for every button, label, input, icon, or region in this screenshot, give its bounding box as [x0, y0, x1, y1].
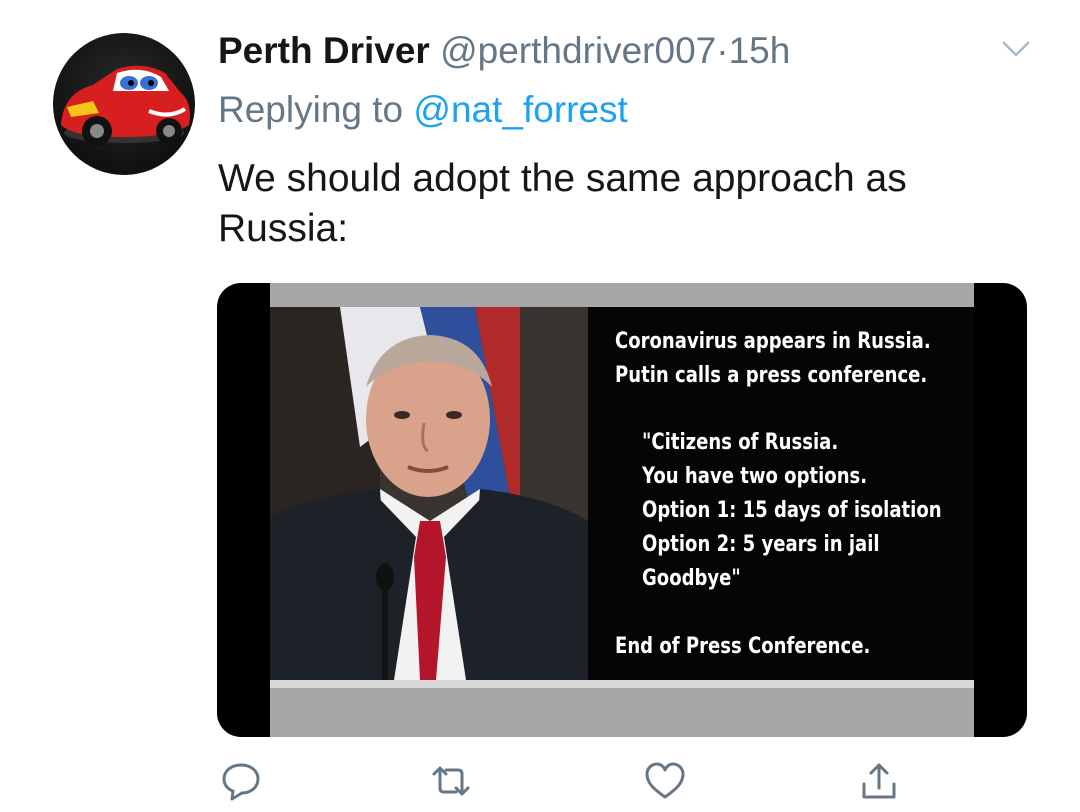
- meme-text-line: Coronavirus appears in Russia.: [615, 329, 931, 354]
- media-divider: [270, 680, 974, 688]
- replying-to: Replying to @nat_forrest: [218, 87, 628, 133]
- retweet-icon[interactable]: [428, 758, 474, 804]
- meme-text-line: End of Press Conference.: [615, 634, 871, 659]
- meme-text-line: Goodbye": [642, 566, 741, 591]
- replying-to-label: Replying to: [218, 89, 404, 130]
- tweet-header: Perth Driver @perthdriver007·15h: [218, 28, 790, 74]
- meme-text-line: Option 1: 15 days of isolation: [642, 498, 942, 523]
- avatar[interactable]: [53, 33, 195, 175]
- timestamp[interactable]: 15h: [729, 30, 791, 71]
- reply-icon[interactable]: [218, 758, 264, 804]
- tweet-text: We should adopt the same approach as Rus…: [218, 157, 907, 250]
- tweet-media[interactable]: Coronavirus appears in Russia. Putin cal…: [217, 283, 1027, 737]
- share-icon[interactable]: [856, 758, 902, 804]
- separator-dot: ·: [716, 30, 729, 71]
- heart-icon[interactable]: [642, 758, 688, 804]
- tweet-action-bar: [0, 758, 1080, 808]
- media-image: Coronavirus appears in Russia. Putin cal…: [270, 283, 974, 737]
- meme-text-line: Option 2: 5 years in jail: [642, 532, 880, 557]
- man-in-suit-illustration: [270, 307, 588, 680]
- display-name[interactable]: Perth Driver: [218, 30, 430, 71]
- reply-to-user-link[interactable]: @nat_forrest: [413, 89, 627, 130]
- user-handle[interactable]: @perthdriver007: [440, 30, 716, 71]
- race-car-avatar-image: [61, 65, 190, 146]
- meme-text-line: You have two options.: [642, 464, 868, 489]
- press-conference-photo: [270, 307, 588, 680]
- meme-text-line: "Citizens of Russia.: [642, 430, 839, 455]
- chevron-down-icon[interactable]: [998, 34, 1034, 64]
- meme-text-line: Putin calls a press conference.: [615, 363, 928, 388]
